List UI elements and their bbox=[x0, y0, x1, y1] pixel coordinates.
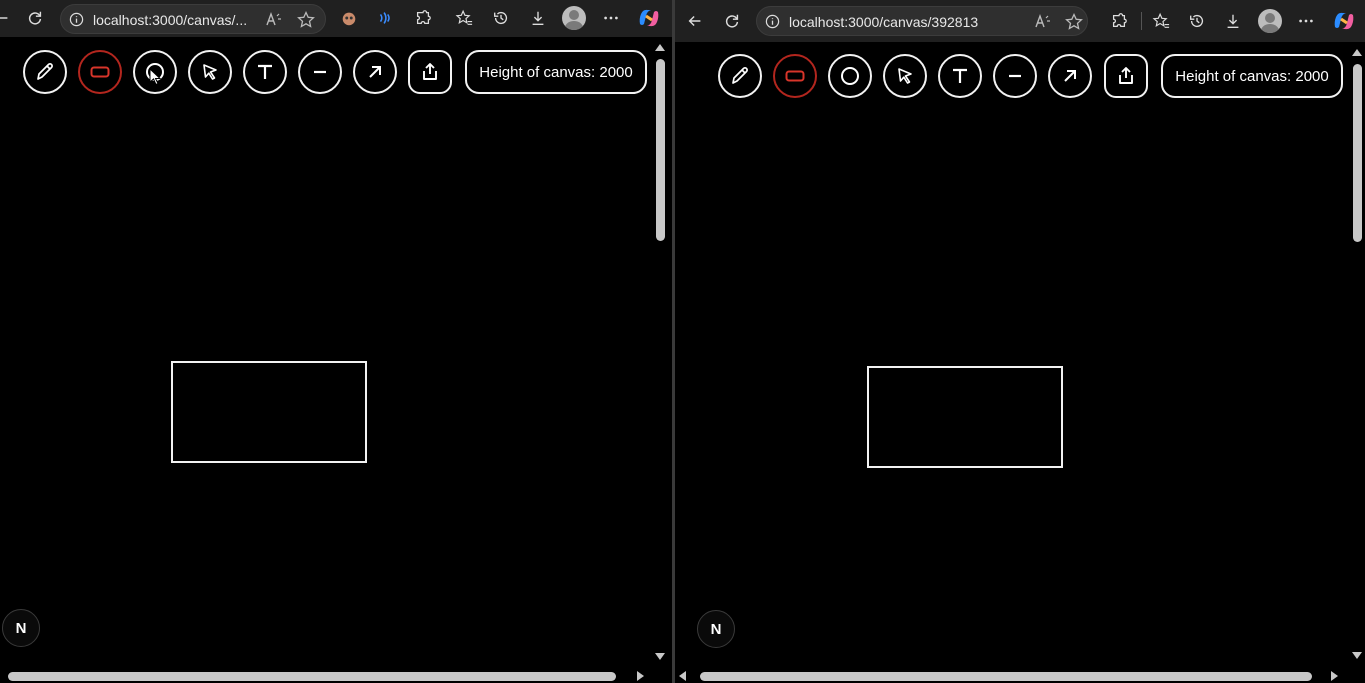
profile-avatar[interactable] bbox=[562, 6, 586, 30]
wifi-signal-icon[interactable] bbox=[373, 6, 397, 30]
extensions-icon[interactable] bbox=[1107, 9, 1131, 33]
address-bar[interactable]: localhost:3000/canvas/392813 bbox=[756, 6, 1088, 36]
scroll-left-arrow-icon[interactable] bbox=[679, 671, 686, 681]
reload-icon[interactable] bbox=[23, 6, 47, 30]
vertical-scrollbar[interactable] bbox=[1350, 42, 1364, 669]
info-icon[interactable] bbox=[69, 12, 84, 27]
url-text[interactable]: localhost:3000/canvas/... bbox=[93, 12, 247, 28]
scroll-right-arrow-icon[interactable] bbox=[637, 671, 644, 681]
favorites-icon[interactable] bbox=[1149, 9, 1173, 33]
extension-avatar-icon[interactable] bbox=[337, 6, 361, 30]
read-aloud-icon[interactable] bbox=[264, 10, 284, 30]
downloads-icon[interactable] bbox=[1221, 9, 1245, 33]
browser-toolbar: localhost:3000/canvas/... bbox=[0, 0, 672, 37]
toolbar-separator bbox=[1141, 12, 1142, 30]
horizontal-scroll-thumb[interactable] bbox=[8, 672, 616, 681]
share-icon bbox=[1119, 67, 1133, 84]
arrow-icon bbox=[1064, 70, 1076, 82]
favorite-star-icon[interactable] bbox=[296, 10, 316, 30]
scroll-up-arrow-icon[interactable] bbox=[1352, 49, 1362, 56]
address-bar[interactable]: localhost:3000/canvas/... bbox=[60, 4, 326, 34]
tool-text[interactable] bbox=[243, 50, 287, 94]
tool-pencil[interactable] bbox=[23, 50, 67, 94]
horizontal-scrollbar[interactable] bbox=[675, 669, 1365, 683]
canvas-page[interactable]: Height of canvas: 2000 N bbox=[675, 42, 1364, 669]
favorites-icon[interactable] bbox=[452, 6, 476, 30]
vertical-scroll-thumb[interactable] bbox=[656, 59, 665, 241]
arrow-icon bbox=[369, 66, 381, 78]
mouse-cursor-icon bbox=[149, 68, 162, 86]
browser-toolbar: localhost:3000/canvas/392813 bbox=[675, 0, 1365, 42]
nextjs-badge[interactable]: N bbox=[2, 609, 40, 647]
url-text[interactable]: localhost:3000/canvas/392813 bbox=[789, 14, 978, 30]
scroll-down-arrow-icon[interactable] bbox=[1352, 652, 1362, 659]
canvas-page[interactable]: Height of canvas: 2000 N bbox=[0, 37, 667, 669]
favorite-star-icon[interactable] bbox=[1064, 12, 1084, 32]
vertical-scrollbar[interactable] bbox=[653, 37, 667, 669]
back-icon[interactable] bbox=[0, 6, 14, 30]
scroll-down-arrow-icon[interactable] bbox=[655, 653, 665, 660]
tool-circle[interactable] bbox=[828, 54, 872, 98]
back-arrow-icon[interactable] bbox=[683, 9, 707, 33]
pointer-icon bbox=[898, 68, 912, 84]
line-icon bbox=[1009, 74, 1021, 78]
tool-rectangle[interactable] bbox=[773, 54, 817, 98]
text-icon bbox=[953, 68, 967, 83]
drawn-rectangle[interactable] bbox=[867, 366, 1063, 468]
tool-line[interactable] bbox=[298, 50, 342, 94]
rectangle-icon bbox=[785, 70, 805, 82]
pointer-icon bbox=[203, 64, 217, 80]
scroll-up-arrow-icon[interactable] bbox=[655, 44, 665, 51]
tool-line[interactable] bbox=[993, 54, 1037, 98]
copilot-icon[interactable] bbox=[637, 6, 661, 30]
tool-pencil[interactable] bbox=[718, 54, 762, 98]
vertical-scroll-thumb[interactable] bbox=[1353, 64, 1362, 242]
tool-text[interactable] bbox=[938, 54, 982, 98]
downloads-icon[interactable] bbox=[526, 6, 550, 30]
text-icon bbox=[258, 64, 272, 79]
reload-icon[interactable] bbox=[720, 9, 744, 33]
read-aloud-icon[interactable] bbox=[1033, 12, 1053, 32]
more-options-icon[interactable] bbox=[599, 6, 623, 30]
tool-share[interactable] bbox=[1104, 54, 1148, 98]
tool-arrow[interactable] bbox=[1048, 54, 1092, 98]
tool-select[interactable] bbox=[188, 50, 232, 94]
horizontal-scrollbar[interactable] bbox=[0, 669, 667, 683]
right-browser-window: localhost:3000/canvas/392813 Height of c… bbox=[675, 0, 1365, 683]
tool-arrow[interactable] bbox=[353, 50, 397, 94]
scroll-right-arrow-icon[interactable] bbox=[1331, 671, 1338, 681]
left-browser-window: localhost:3000/canvas/... Height of canv… bbox=[0, 0, 672, 683]
canvas-height-label: Height of canvas: 2000 bbox=[465, 50, 647, 94]
info-icon[interactable] bbox=[765, 14, 780, 29]
circle-icon bbox=[841, 67, 859, 85]
tool-select[interactable] bbox=[883, 54, 927, 98]
pencil-icon bbox=[732, 67, 748, 84]
profile-avatar[interactable] bbox=[1258, 9, 1282, 33]
line-icon bbox=[314, 70, 326, 74]
pencil-icon bbox=[37, 63, 53, 80]
share-icon bbox=[423, 63, 437, 80]
copilot-icon[interactable] bbox=[1332, 9, 1356, 33]
horizontal-scroll-thumb[interactable] bbox=[700, 672, 1312, 681]
more-options-icon[interactable] bbox=[1294, 9, 1318, 33]
drawn-rectangle[interactable] bbox=[171, 361, 367, 463]
rectangle-icon bbox=[90, 66, 110, 78]
history-icon[interactable] bbox=[1185, 9, 1209, 33]
canvas-height-label: Height of canvas: 2000 bbox=[1161, 54, 1343, 98]
history-icon[interactable] bbox=[489, 6, 513, 30]
extensions-icon[interactable] bbox=[411, 6, 435, 30]
tool-share[interactable] bbox=[408, 50, 452, 94]
tool-rectangle[interactable] bbox=[78, 50, 122, 94]
nextjs-badge[interactable]: N bbox=[697, 610, 735, 648]
